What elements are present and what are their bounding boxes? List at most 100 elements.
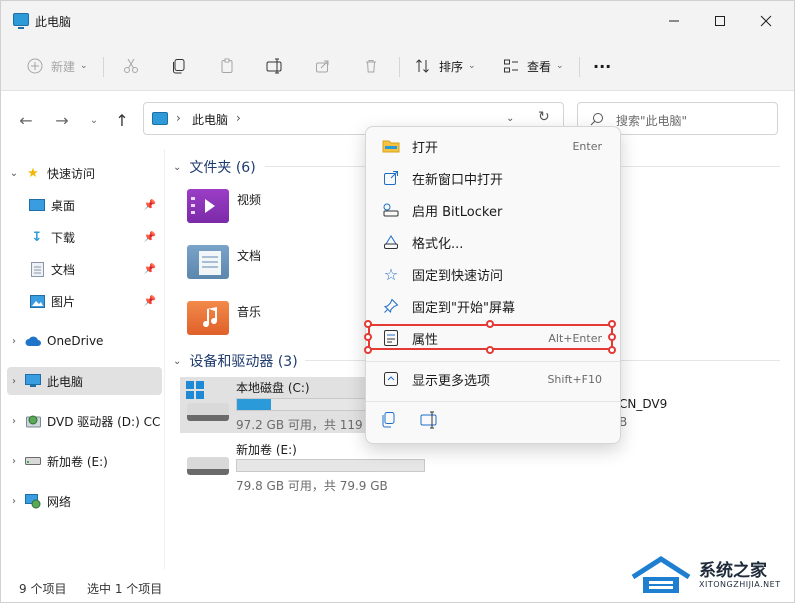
selection-count: 选中 1 个项目 [87, 582, 163, 596]
sidebar-item-desktop[interactable]: 桌面 📌 [7, 191, 162, 219]
chevron-right-icon[interactable]: › [7, 496, 21, 507]
windows-logo-icon [186, 381, 204, 399]
scissors-icon [121, 56, 141, 76]
menu-item-open-new-window[interactable]: 在新窗口中打开 [370, 163, 618, 193]
menu-item-label: 在新窗口中打开 [412, 172, 504, 188]
sidebar-item-label: 桌面 [51, 198, 76, 213]
share-icon [313, 56, 333, 76]
star-outline-icon: ☆ [383, 264, 399, 284]
toolbar-divider [399, 57, 400, 77]
sidebar-item-this-pc[interactable]: › 此电脑 [7, 367, 162, 395]
highlight-handle [364, 320, 372, 328]
sidebar-item-documents[interactable]: 文档 📌 [7, 255, 162, 283]
folder-label[interactable]: 文档 [237, 247, 261, 264]
dvd-icon [25, 413, 41, 429]
address-dropdown-icon[interactable]: ⌄ [506, 113, 514, 124]
highlight-handle [364, 346, 372, 354]
drive-c[interactable]: 本地磁盘 (C:) 97.2 GB 可用，共 119 G [180, 377, 425, 433]
chevron-right-icon[interactable]: › [7, 376, 21, 387]
menu-item-format[interactable]: 格式化... [370, 227, 618, 257]
copy-icon [169, 56, 189, 76]
star-icon: ★ [27, 165, 39, 181]
menu-copy-button[interactable] [380, 411, 402, 433]
cut-button[interactable] [121, 52, 147, 80]
rename-icon [265, 56, 285, 76]
arrow-left-icon: ← [19, 110, 33, 130]
back-button[interactable]: ← [15, 109, 37, 131]
menu-item-bitlocker[interactable]: 启用 BitLocker [370, 195, 618, 225]
recent-locations-button[interactable]: ⌄ [83, 109, 105, 131]
maximize-button[interactable] [697, 1, 743, 41]
forward-button[interactable]: → [51, 109, 73, 131]
hard-drive-icon [187, 403, 229, 421]
rename-button[interactable] [265, 52, 291, 80]
file-explorer-window: 此电脑 新建 ⌄ 排序 ⌄ 查看 ⌄ ··· ← → ⌄ ↑ › 此电脑 › ⌄… [0, 0, 795, 603]
sidebar-item-network[interactable]: › 网络 [7, 487, 162, 515]
documents-folder-icon[interactable] [187, 245, 229, 279]
house-logo-icon [631, 556, 691, 593]
menu-rename-button[interactable] [420, 411, 442, 433]
paste-button[interactable] [217, 52, 243, 80]
refresh-icon[interactable]: ↻ [538, 109, 550, 125]
highlight-handle [364, 333, 372, 341]
folder-label[interactable]: 视频 [237, 191, 261, 208]
menu-divider [366, 401, 620, 402]
drive-name: 本地磁盘 (C:) [236, 381, 310, 395]
sidebar-item-dvd-drive[interactable]: › DVD 驱动器 (D:) CC [7, 407, 162, 435]
menu-item-pin-start[interactable]: 固定到"开始"屏幕 [370, 291, 618, 321]
video-folder-icon[interactable] [187, 189, 229, 223]
music-folder-icon[interactable] [187, 301, 229, 335]
share-button[interactable] [313, 52, 339, 80]
more-button[interactable]: ··· [593, 52, 611, 80]
chevron-right-icon[interactable]: › [7, 456, 21, 467]
view-button[interactable]: 查看 ⌄ [501, 52, 564, 80]
drive-name: 新加卷 (E:) [236, 443, 297, 457]
search-placeholder: 搜索"此电脑" [616, 114, 688, 128]
key-icon [382, 201, 400, 219]
chevron-down-icon[interactable]: ⌄ [7, 168, 21, 179]
breadcrumb-separator-icon[interactable]: › [236, 111, 241, 125]
menu-shortcut: Enter [572, 139, 602, 153]
sort-button[interactable]: 排序 ⌄ [413, 52, 476, 80]
folders-group-header[interactable]: ⌄ 文件夹 (6) [173, 157, 256, 177]
menu-item-open[interactable]: 打开 Enter [370, 131, 618, 161]
search-icon [590, 113, 603, 126]
new-label: 新建 [51, 59, 76, 74]
sidebar-item-label: 快速访问 [47, 166, 96, 181]
up-button[interactable]: ↑ [111, 109, 133, 131]
sidebar-item-onedrive[interactable]: › OneDrive [7, 327, 162, 355]
sidebar-item-downloads[interactable]: ↧ 下载 📌 [7, 223, 162, 251]
drive-free-space: 79.8 GB 可用，共 79.9 GB [236, 479, 388, 493]
new-button[interactable]: 新建 ⌄ [25, 52, 88, 80]
command-bar: 新建 ⌄ 排序 ⌄ 查看 ⌄ ··· [1, 41, 794, 91]
drive-free-space: 97.2 GB 可用，共 119 G [236, 418, 376, 432]
view-icon [501, 56, 521, 76]
navigation-pane: ⌄ ★ 快速访问 桌面 📌 ↧ 下载 📌 文档 📌 图片 📌 › OneDriv [1, 149, 164, 569]
sidebar-item-volume-e[interactable]: › 新加卷 (E:) [7, 447, 162, 475]
sidebar-item-pictures[interactable]: 图片 📌 [7, 287, 162, 315]
devices-group-header[interactable]: ⌄ 设备和驱动器 (3) [173, 351, 298, 371]
chevron-right-icon[interactable]: › [7, 336, 21, 347]
menu-item-show-more-options[interactable]: 显示更多选项 Shift+F10 [370, 364, 618, 394]
rename-icon [420, 411, 437, 429]
computer-icon [25, 373, 41, 389]
picture-icon [29, 293, 45, 309]
close-button[interactable] [743, 1, 789, 41]
sidebar-item-label: 网络 [47, 494, 72, 509]
plus-circle-icon [25, 56, 45, 76]
folder-label[interactable]: 音乐 [237, 303, 261, 320]
copy-button[interactable] [169, 52, 195, 80]
delete-button[interactable] [361, 52, 387, 80]
close-icon [760, 15, 772, 27]
sidebar-item-quick-access[interactable]: ⌄ ★ 快速访问 [7, 159, 162, 187]
devices-group-title: 设备和驱动器 (3) [189, 354, 298, 370]
pin-icon: 📌 [143, 263, 156, 275]
drive-e[interactable]: 新加卷 (E:) 79.8 GB 可用，共 79.9 GB [180, 441, 440, 493]
dvd-drive-label[interactable]: CN_DV9 [619, 397, 667, 411]
chevron-right-icon[interactable]: › [7, 416, 21, 427]
menu-item-pin-quick-access[interactable]: ☆ 固定到快速访问 [370, 259, 618, 289]
breadcrumb-item[interactable]: 此电脑 [192, 111, 228, 128]
format-icon [382, 233, 400, 251]
minimize-button[interactable] [651, 1, 697, 41]
menu-item-label: 格式化... [412, 236, 464, 252]
